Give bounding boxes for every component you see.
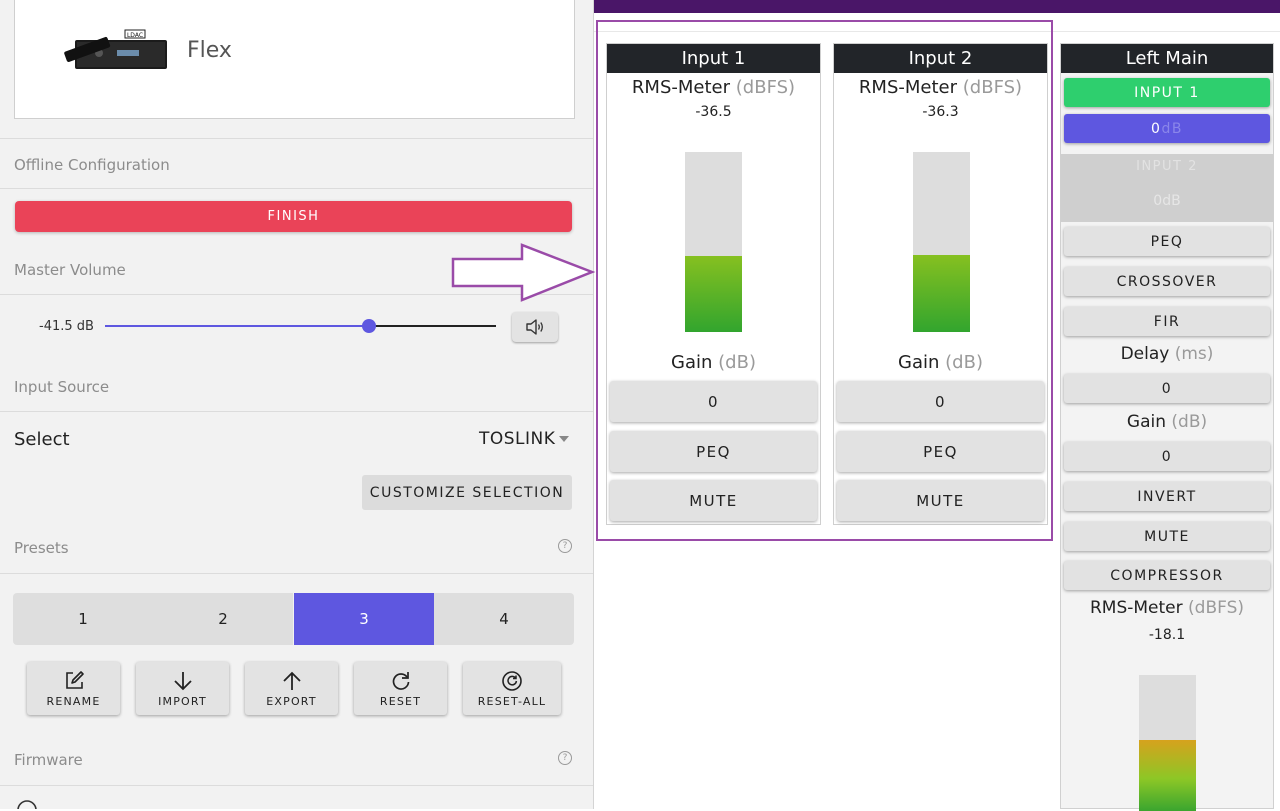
select-label: Select — [14, 429, 70, 450]
input-2-gain-field[interactable]: 0dB — [1061, 193, 1273, 209]
arrow-down-icon — [173, 671, 192, 690]
reset-button[interactable]: RESET — [354, 662, 447, 715]
input-2-gain-value: 0 — [1153, 193, 1163, 209]
master-volume-value: -41.5 dB — [39, 319, 94, 334]
divider — [0, 138, 593, 139]
export-button[interactable]: EXPORT — [245, 662, 338, 715]
master-volume-label: Master Volume — [14, 261, 126, 279]
offline-config-label: Offline Configuration — [14, 156, 170, 174]
refresh-icon — [392, 671, 409, 690]
fir-button[interactable]: FIR — [1064, 307, 1270, 336]
svg-text:LDAC: LDAC — [127, 32, 143, 39]
peq-button[interactable]: PEQ — [1064, 227, 1270, 256]
delay-value-button[interactable]: 0 — [1064, 374, 1270, 403]
reset-all-button[interactable]: RESET-ALL — [463, 662, 561, 715]
chevron-down-icon[interactable] — [559, 436, 569, 442]
divider — [0, 573, 593, 574]
channel-title: Left Main — [1061, 44, 1273, 73]
customize-selection-button[interactable]: CUSTOMIZE SELECTION — [362, 475, 572, 510]
volume-slider-fill[interactable] — [105, 325, 369, 327]
preset-1-button[interactable]: 1 — [13, 593, 153, 645]
top-bar — [594, 0, 1280, 13]
preset-4-button[interactable]: 4 — [434, 593, 574, 645]
divider — [0, 188, 593, 189]
divider — [0, 411, 593, 412]
export-label: EXPORT — [266, 694, 317, 708]
level-meter — [1139, 675, 1196, 811]
firmware-label: Firmware — [14, 751, 83, 769]
rms-meter-unit: (dBFS) — [1188, 598, 1245, 618]
level-meter-fill — [1139, 740, 1196, 811]
finish-button[interactable]: FINISH — [15, 201, 572, 232]
reset-all-label: RESET-ALL — [477, 694, 547, 708]
presets-label: Presets — [14, 539, 69, 557]
gain-unit: (dB) — [1171, 412, 1208, 432]
delay-unit: (ms) — [1174, 344, 1214, 364]
arrow-up-icon — [282, 671, 301, 690]
reset-all-icon — [502, 670, 522, 691]
preset-2-button[interactable]: 2 — [153, 593, 293, 645]
rename-button[interactable]: RENAME — [27, 662, 120, 715]
left-main-channel: Left Main INPUT 1 0 dB INPUT 2 0dB PEQ CR… — [1060, 43, 1274, 811]
import-button[interactable]: IMPORT — [136, 662, 229, 715]
compressor-button[interactable]: COMPRESSOR — [1064, 561, 1270, 590]
input-1-gain-field[interactable]: 0 dB — [1064, 114, 1270, 143]
rename-label: RENAME — [46, 694, 101, 708]
invert-button[interactable]: INVERT — [1064, 482, 1270, 511]
import-label: IMPORT — [158, 694, 207, 708]
crossover-button[interactable]: CROSSOVER — [1064, 267, 1270, 296]
input-source-select[interactable]: TOSLINK — [479, 429, 555, 449]
delay-text: Delay — [1120, 344, 1170, 364]
preset-3-button[interactable]: 3 — [294, 593, 434, 645]
mute-toggle-button[interactable] — [512, 312, 558, 342]
rms-meter-value: -18.1 — [1148, 627, 1186, 643]
input-1-route-button[interactable]: INPUT 1 — [1064, 78, 1270, 107]
volume-slider-thumb[interactable] — [362, 319, 376, 333]
gain-unit: dB — [1161, 120, 1183, 137]
rms-meter-label: RMS-Meter (dBFS) — [1061, 598, 1273, 618]
device-card[interactable]: LDAC Flex — [14, 0, 575, 119]
arrow-right-icon — [451, 243, 596, 302]
gain-value-button[interactable]: 0 — [1064, 442, 1270, 471]
gain-text: Gain — [1126, 412, 1166, 432]
rms-meter-text: RMS-Meter — [1089, 598, 1183, 618]
gain-unit: dB — [1162, 193, 1181, 209]
volume-slider-track[interactable] — [369, 325, 496, 327]
delay-label: Delay (ms) — [1061, 344, 1273, 364]
device-image: LDAC — [64, 29, 167, 69]
help-icon[interactable]: ? — [558, 751, 572, 765]
info-icon — [17, 800, 37, 809]
device-name: Flex — [187, 38, 232, 63]
speaker-icon — [526, 319, 543, 335]
sidebar: LDAC Flex Offline Configuration FINISH M… — [0, 0, 594, 809]
mute-button[interactable]: MUTE — [1064, 522, 1270, 551]
gain-label: Gain (dB) — [1061, 412, 1273, 432]
highlight-annotation — [596, 20, 1053, 541]
help-icon[interactable]: ? — [558, 539, 572, 553]
reset-label: RESET — [379, 694, 422, 708]
input-1-gain-value: 0 — [1151, 120, 1162, 137]
input-2-route-button[interactable]: INPUT 2 — [1061, 159, 1273, 174]
edit-icon — [65, 670, 84, 689]
input-source-label: Input Source — [14, 378, 110, 396]
divider — [0, 785, 593, 786]
